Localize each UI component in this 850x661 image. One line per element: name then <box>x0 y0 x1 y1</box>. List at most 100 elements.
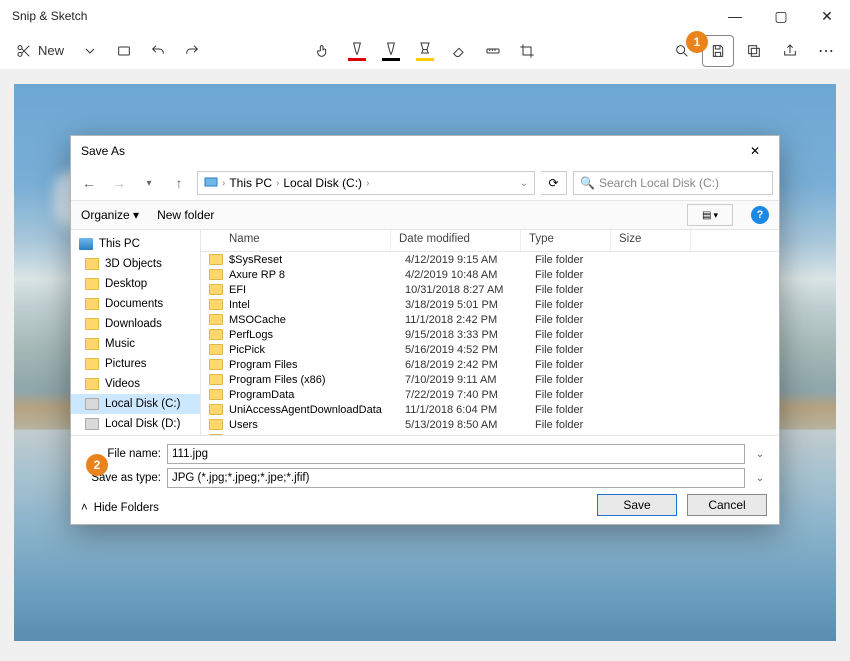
close-button[interactable]: ✕ <box>804 0 850 32</box>
file-row[interactable]: UniAccessAgentDownloadData11/1/2018 6:04… <box>201 402 779 417</box>
col-type[interactable]: Type <box>521 230 611 251</box>
search-input[interactable]: 🔍 Search Local Disk (C:) <box>573 171 773 195</box>
crumb-drive[interactable]: Local Disk (C:) <box>283 176 362 190</box>
save-confirm-button[interactable]: Save <box>597 494 677 516</box>
share-button[interactable] <box>774 35 806 67</box>
folder-icon <box>209 329 223 340</box>
dialog-bottom: File name: ⌄ Save as type: ⌄ ˄ Hide Fold… <box>71 435 779 524</box>
row-type: File folder <box>535 359 625 371</box>
tree-item[interactable]: Videos <box>71 374 200 394</box>
tree-item-icon <box>85 298 99 310</box>
crumb-this-pc[interactable]: This PC <box>229 176 272 190</box>
row-type: File folder <box>535 299 625 311</box>
tree-item[interactable]: 3D Objects <box>71 254 200 274</box>
eraser-icon <box>451 43 467 59</box>
organize-menu[interactable]: Organize ▾ <box>81 208 139 222</box>
tree-item-icon <box>85 258 99 270</box>
ruler-button[interactable] <box>477 35 509 67</box>
open-button[interactable] <box>108 35 140 67</box>
nav-recent-button[interactable]: ▾ <box>137 171 161 195</box>
row-type: File folder <box>535 314 625 326</box>
new-snip-button[interactable]: New <box>8 35 72 67</box>
refresh-button[interactable]: ⟳ <box>541 171 567 195</box>
nav-tree[interactable]: This PC3D ObjectsDesktopDocumentsDownloa… <box>71 230 201 435</box>
more-button[interactable]: ⋯ <box>810 35 842 67</box>
file-row[interactable]: Users5/13/2019 8:50 AMFile folder <box>201 417 779 432</box>
tree-item-icon <box>85 418 99 430</box>
tree-item-icon <box>85 398 99 410</box>
highlighter-button[interactable] <box>409 35 441 67</box>
tree-item[interactable]: Downloads <box>71 314 200 334</box>
file-row[interactable]: Axure RP 84/2/2019 10:48 AMFile folder <box>201 267 779 282</box>
file-row[interactable]: Program Files (x86)7/10/2019 9:11 AMFile… <box>201 372 779 387</box>
filename-dropdown[interactable]: ⌄ <box>751 449 769 460</box>
tree-item[interactable]: Local Disk (C:) <box>71 394 200 414</box>
row-date: 10/31/2018 8:27 AM <box>405 284 535 296</box>
copy-button[interactable] <box>738 35 770 67</box>
tree-item[interactable]: Desktop <box>71 274 200 294</box>
scissors-icon <box>16 43 32 59</box>
folder-icon <box>209 419 223 430</box>
nav-forward-button[interactable]: → <box>107 171 131 195</box>
nav-back-button[interactable]: ← <box>77 171 101 195</box>
row-type: File folder <box>535 329 625 341</box>
list-header[interactable]: Name Date modified Type Size <box>201 230 779 252</box>
row-name: Program Files (x86) <box>229 374 405 386</box>
col-date[interactable]: Date modified <box>391 230 521 251</box>
file-row[interactable]: EFI10/31/2018 8:27 AMFile folder <box>201 282 779 297</box>
tree-item[interactable]: Local Disk (D:) <box>71 414 200 434</box>
nav-up-button[interactable]: ↑ <box>167 171 191 195</box>
redo-button[interactable] <box>176 35 208 67</box>
chevron-up-icon: ˄ <box>81 502 88 514</box>
save-icon <box>710 43 726 59</box>
file-row[interactable]: PerfLogs9/15/2018 3:33 PMFile folder <box>201 327 779 342</box>
breadcrumb-dropdown[interactable]: ⌄ <box>520 178 528 189</box>
file-row[interactable]: Program Files6/18/2019 2:42 PMFile folde… <box>201 357 779 372</box>
pencil-button[interactable] <box>375 35 407 67</box>
eraser-button[interactable] <box>443 35 475 67</box>
file-row[interactable]: PicPick5/16/2019 4:52 PMFile folder <box>201 342 779 357</box>
tree-item[interactable]: Music <box>71 334 200 354</box>
titlebar: Snip & Sketch — ▢ ✕ <box>0 0 850 32</box>
help-button[interactable]: ? <box>751 206 769 224</box>
cancel-button[interactable]: Cancel <box>687 494 767 516</box>
maximize-button[interactable]: ▢ <box>758 0 804 32</box>
dialog-titlebar: Save As ✕ <box>71 136 779 166</box>
breadcrumb-bar[interactable]: › This PC › Local Disk (C:) › ⌄ <box>197 171 535 195</box>
ballpoint-pen-button[interactable] <box>341 35 373 67</box>
touch-writing-button[interactable] <box>307 35 339 67</box>
filetype-select[interactable] <box>167 468 745 488</box>
file-row[interactable]: Intel3/18/2019 5:01 PMFile folder <box>201 297 779 312</box>
tree-item-icon <box>85 278 99 290</box>
undo-button[interactable] <box>142 35 174 67</box>
col-name[interactable]: Name <box>201 230 391 251</box>
tree-item[interactable]: Pictures <box>71 354 200 374</box>
row-type: File folder <box>535 374 625 386</box>
tree-item[interactable]: This PC <box>71 234 200 254</box>
new-dropdown[interactable] <box>74 35 106 67</box>
folder-icon <box>209 389 223 400</box>
file-row[interactable]: $SysReset4/12/2019 9:15 AMFile folder <box>201 252 779 267</box>
row-name: Users <box>229 419 405 431</box>
minimize-button[interactable]: — <box>712 0 758 32</box>
hand-icon <box>315 43 331 59</box>
file-row[interactable]: MSOCache11/1/2018 2:42 PMFile folder <box>201 312 779 327</box>
dialog-title: Save As <box>81 144 125 158</box>
new-folder-button[interactable]: New folder <box>157 208 214 222</box>
crop-button[interactable] <box>511 35 543 67</box>
highlighter-icon <box>417 41 433 57</box>
folder-icon <box>209 299 223 310</box>
dialog-close-button[interactable]: ✕ <box>741 140 769 162</box>
file-row[interactable]: ProgramData7/22/2019 7:40 PMFile folder <box>201 387 779 402</box>
filename-input[interactable] <box>167 444 745 464</box>
filetype-dropdown[interactable]: ⌄ <box>751 473 769 484</box>
crop-icon <box>519 43 535 59</box>
pen-icon <box>349 41 365 57</box>
view-mode-button[interactable]: ▤▾ <box>687 204 733 226</box>
tree-item-icon <box>85 358 99 370</box>
row-date: 7/10/2019 9:11 AM <box>405 374 535 386</box>
annotation-callout-1: 1 <box>686 31 708 53</box>
tree-item[interactable]: Documents <box>71 294 200 314</box>
col-size[interactable]: Size <box>611 230 691 251</box>
row-name: $SysReset <box>229 254 405 266</box>
